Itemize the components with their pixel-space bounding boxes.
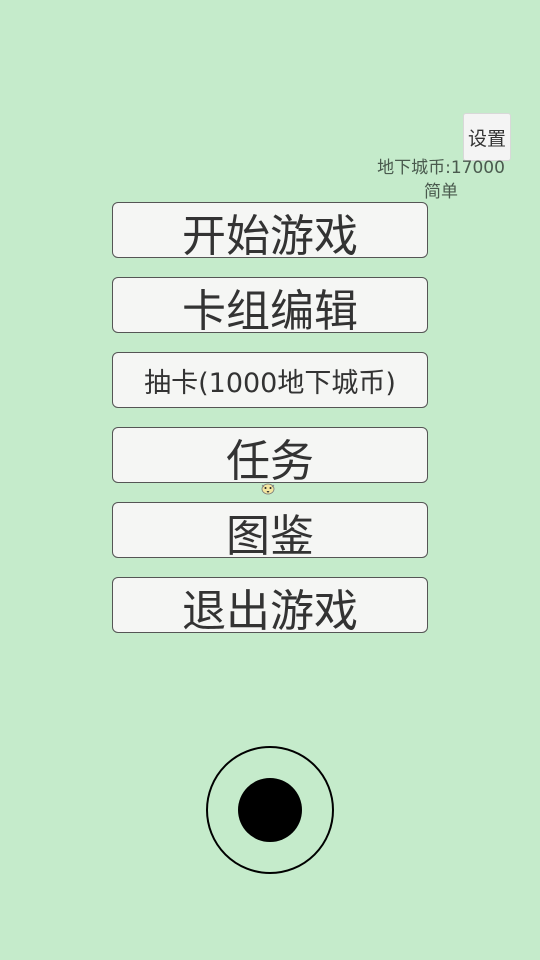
codex-button[interactable]: 图鉴 [112, 502, 428, 562]
start-game-button[interactable]: 开始游戏 [112, 202, 428, 262]
virtual-joystick[interactable] [206, 746, 334, 874]
settings-button[interactable]: 设置 [463, 113, 511, 161]
quests-button[interactable]: 任务 [112, 427, 428, 487]
currency-display: 地下城币:17000 [377, 158, 505, 178]
exit-game-button[interactable]: 退出游戏 [112, 577, 428, 637]
joystick-knob[interactable] [238, 778, 302, 842]
small-creature-icon [261, 483, 275, 495]
deck-edit-button[interactable]: 卡组编辑 [112, 277, 428, 337]
draw-card-button[interactable]: 抽卡(1000地下城币) [112, 352, 428, 408]
difficulty-label: 简单 [424, 182, 458, 202]
